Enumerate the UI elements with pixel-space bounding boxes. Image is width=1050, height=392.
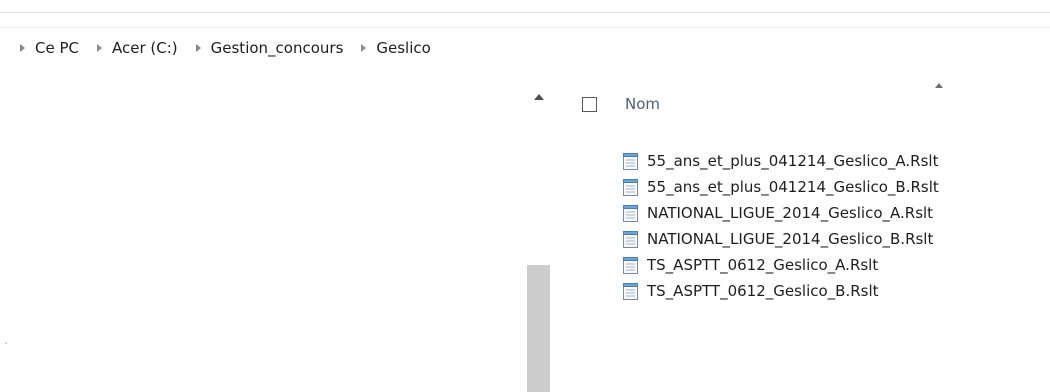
scroll-thumb[interactable] — [527, 265, 550, 392]
breadcrumb-chevron-icon[interactable] — [361, 44, 367, 52]
breadcrumb[interactable]: Ce PC Acer (C:) Gestion_concours Geslico — [0, 33, 431, 63]
breadcrumb-chevron-icon[interactable] — [97, 44, 102, 52]
notepad-document-icon — [622, 256, 639, 274]
breadcrumb-item-this-pc[interactable]: Ce PC — [35, 39, 79, 57]
toolbar-divider — [0, 27, 1050, 28]
file-item[interactable]: NATIONAL_LIGUE_2014_Geslico_A.Rslt — [622, 200, 939, 226]
file-name[interactable]: 55_ans_et_plus_041214_Geslico_B.Rslt — [647, 178, 939, 196]
file-list: 55_ans_et_plus_041214_Geslico_A.Rslt 55_… — [622, 148, 939, 304]
file-name[interactable]: 55_ans_et_plus_041214_Geslico_A.Rslt — [647, 152, 938, 170]
select-all-checkbox[interactable] — [582, 96, 597, 112]
breadcrumb-item-geslico[interactable]: Geslico — [376, 39, 430, 57]
breadcrumb-chevron-icon[interactable] — [195, 44, 201, 52]
file-item[interactable]: 55_ans_et_plus_041214_Geslico_A.Rslt — [622, 148, 939, 174]
scroll-up-arrow-icon[interactable] — [527, 88, 550, 106]
file-explorer-window: Ce PC Acer (C:) Gestion_concours Geslico… — [0, 0, 1050, 392]
nav-pane-dot — [5, 342, 7, 344]
notepad-document-icon — [622, 282, 639, 300]
sort-ascending-icon — [935, 83, 943, 88]
file-item[interactable]: 55_ans_et_plus_041214_Geslico_B.Rslt — [622, 174, 939, 200]
ribbon-edge — [0, 0, 1050, 13]
file-name[interactable]: TS_ASPTT_0612_Geslico_A.Rslt — [647, 256, 878, 274]
breadcrumb-item-drive[interactable]: Acer (C:) — [112, 39, 178, 57]
column-header-name[interactable]: Nom — [625, 95, 660, 113]
file-item[interactable]: TS_ASPTT_0612_Geslico_B.Rslt — [622, 278, 939, 304]
file-list-pane[interactable]: Nom 55_ans_et_plus_041214_Geslico_A.Rslt — [562, 78, 1050, 392]
navigation-pane[interactable] — [0, 78, 550, 392]
file-name[interactable]: TS_ASPTT_0612_Geslico_B.Rslt — [647, 282, 879, 300]
notepad-document-icon — [622, 204, 639, 222]
breadcrumb-item-gestion-concours[interactable]: Gestion_concours — [211, 39, 344, 57]
navigation-pane-scrollbar[interactable] — [527, 78, 550, 392]
file-item[interactable]: TS_ASPTT_0612_Geslico_A.Rslt — [622, 252, 939, 278]
file-name[interactable]: NATIONAL_LIGUE_2014_Geslico_B.Rslt — [647, 230, 933, 248]
breadcrumb-root-chevron-icon[interactable] — [20, 44, 25, 52]
file-name[interactable]: NATIONAL_LIGUE_2014_Geslico_A.Rslt — [647, 204, 933, 222]
notepad-document-icon — [622, 178, 639, 196]
notepad-document-icon — [622, 152, 639, 170]
column-header-row[interactable]: Nom — [582, 94, 660, 114]
file-item[interactable]: NATIONAL_LIGUE_2014_Geslico_B.Rslt — [622, 226, 939, 252]
notepad-document-icon — [622, 230, 639, 248]
